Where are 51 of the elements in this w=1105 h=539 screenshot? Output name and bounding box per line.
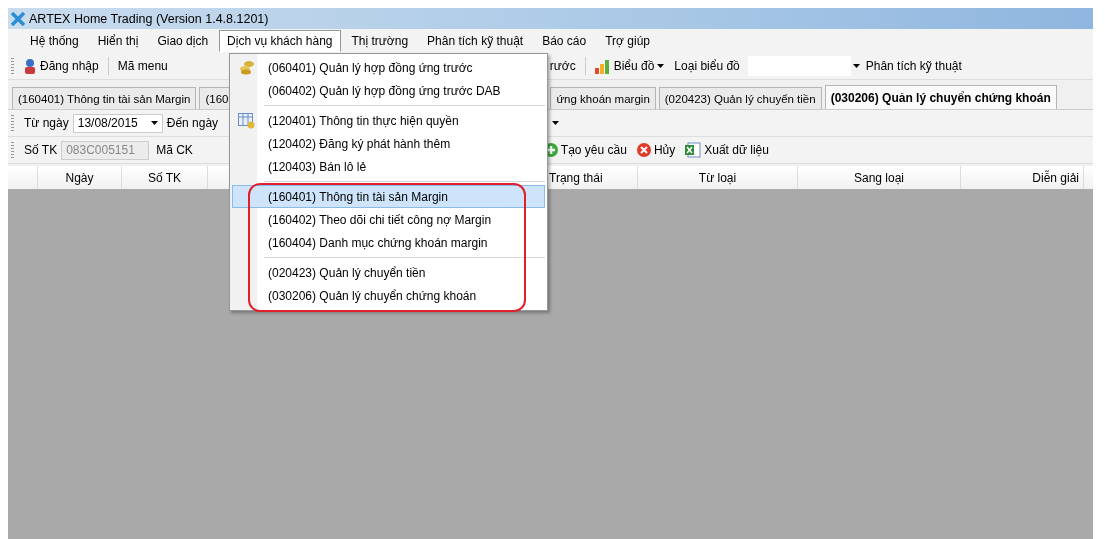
menu-item[interactable]: Hiển thị <box>89 30 147 52</box>
menu-item[interactable]: Trợ giúp <box>597 30 658 52</box>
tab[interactable]: ứng khoán margin <box>550 87 656 109</box>
column-header[interactable]: Từ loại <box>638 166 798 189</box>
menu-option[interactable]: (060401) Quản lý hợp đồng ứng trước <box>232 56 545 79</box>
app-logo-icon <box>11 11 25 26</box>
stock-code-label: Mã CK <box>155 143 194 157</box>
menu-item[interactable]: Giao dịch <box>149 30 217 52</box>
menu-option[interactable]: (160402) Theo dõi chi tiết công nợ Margin <box>232 208 545 231</box>
coins-icon <box>238 60 255 75</box>
menu-item[interactable]: Phân tích kỹ thuật <box>419 30 532 52</box>
technical-analysis-button[interactable]: Phân tích kỹ thuật <box>862 57 965 75</box>
spreadsheet-icon <box>685 142 702 158</box>
login-button[interactable]: Đăng nhập <box>20 56 102 76</box>
account-label: Số TK <box>23 143 59 157</box>
column-header[interactable]: Diễn giải <box>961 166 1084 189</box>
menu-option[interactable]: (120401) Thông tin thực hiện quyền <box>232 109 545 132</box>
menu-item[interactable]: Dịch vụ khách hàng <box>219 30 341 52</box>
menu-option[interactable]: (060402) Quản lý hợp đồng ứng trước DAB <box>232 79 545 102</box>
menu-code-button[interactable]: Mã menu <box>114 57 171 75</box>
from-date-label: Từ ngày <box>23 116 70 130</box>
menu-item[interactable]: Thị trường <box>343 30 417 52</box>
menu-option[interactable]: (030206) Quản lý chuyển chứng khoán <box>232 284 545 307</box>
column-header[interactable]: Ngày <box>38 166 122 189</box>
cancel-button[interactable]: Hủy <box>633 141 679 159</box>
close-icon <box>636 143 651 157</box>
caret-icon <box>657 64 665 68</box>
user-icon <box>23 58 37 74</box>
chart-button[interactable]: Biểu đồ <box>591 56 658 76</box>
window-title: ARTEX Home Trading (Version 1.4.8.1201) <box>29 11 269 26</box>
menu-item[interactable]: Hệ thống <box>22 30 87 52</box>
menu-option[interactable]: (020423) Quản lý chuyển tiền <box>232 261 545 284</box>
chart-type-label: Loại biểu đồ <box>673 59 741 73</box>
caret-icon <box>150 121 158 125</box>
bar-chart-icon <box>594 58 611 74</box>
export-button[interactable]: Xuất dữ liệu <box>682 140 772 160</box>
menu-item[interactable]: Báo cáo <box>534 30 595 52</box>
table-icon <box>238 113 256 129</box>
tab[interactable]: (160401) Thông tin tài sản Margin <box>12 87 197 109</box>
menu-option[interactable]: (120402) Đăng ký phát hành thêm <box>232 132 545 155</box>
to-date-label: Đến ngày <box>165 116 220 130</box>
from-date-field[interactable]: 13/08/2015 <box>72 113 163 133</box>
tab[interactable]: (030206) Quản lý chuyển chứng khoán <box>824 85 1057 109</box>
toolbar-button[interactable]: rước <box>546 57 579 75</box>
tab[interactable]: (020423) Quản lý chuyển tiền <box>658 87 822 109</box>
caret-icon <box>552 121 560 125</box>
menu-option[interactable]: (160401) Thông tin tài sản Margin <box>232 185 545 208</box>
menu-option[interactable]: (160404) Danh mục chứng khoán margin <box>232 231 545 254</box>
caret-icon <box>852 64 860 68</box>
column-header[interactable]: Số TK <box>122 166 208 189</box>
column-header[interactable]: Sang loại <box>798 166 961 189</box>
